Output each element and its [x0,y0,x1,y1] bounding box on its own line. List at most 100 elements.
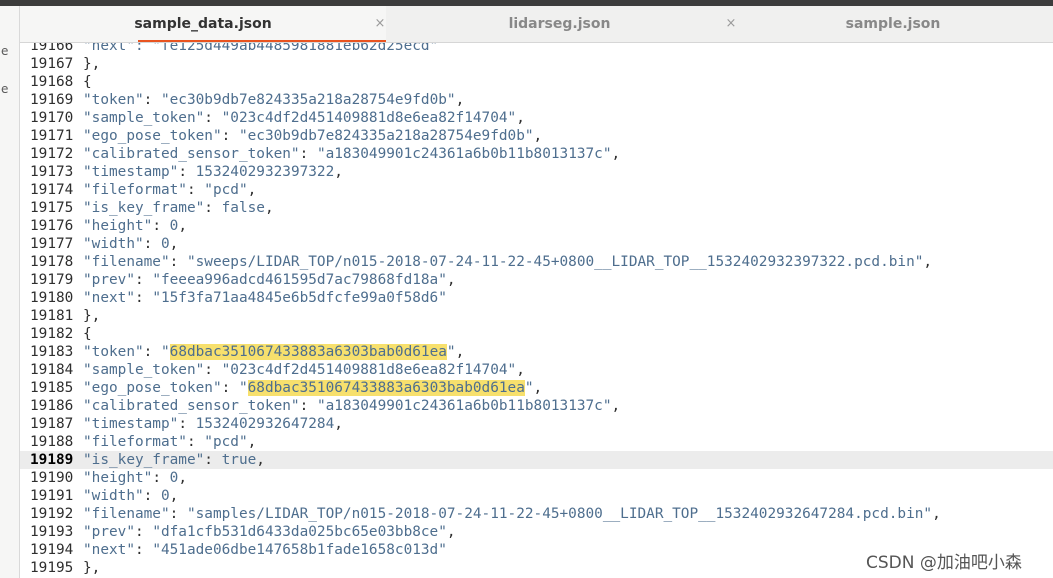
line-content: "calibrated_sensor_token": "a183049901c2… [83,145,620,163]
code-token: "fileformat" [83,182,187,198]
line-content: "sample_token": "023c4df2d451409881d8e6e… [83,361,525,379]
code-token: "token" [83,344,144,360]
line-content: "next": "15f3fa71aa4845e6b5dfcfe99a0f58d… [83,289,447,307]
tab-sample-json[interactable]: sample.json [733,6,1053,42]
line-content: "token": "ec30b9db7e824335a218a28754e9fd… [83,91,464,109]
line-content: "ego_pose_token": "68dbac351067433883a63… [83,379,542,397]
line-number: 19169 [30,92,74,108]
code-line[interactable]: 19182 { [20,325,1053,343]
code-line[interactable]: 19170 "sample_token": "023c4df2d451409881… [20,109,1053,127]
code-token: " [238,380,248,396]
line-content: "timestamp": 1532402932397322, [83,163,343,181]
code-line[interactable]: 19181}, [20,307,1053,325]
code-token: , [169,236,179,252]
code-line[interactable]: 19185 "ego_pose_token": "68dbac3510674338… [20,379,1053,397]
code-line[interactable]: 19191 "width": 0, [20,487,1053,505]
line-number: 19188 [30,434,74,450]
tab-label: lidarseg.json [508,16,611,32]
code-token: , [334,164,343,180]
code-token: : [299,398,317,414]
code-line[interactable]: 19186 "calibrated_sensor_token": "a183049… [20,397,1053,415]
code-line[interactable]: 19190 "height": 0, [20,469,1053,487]
code-line[interactable]: 19171 "ego_pose_token": "ec30b9db7e824335… [20,127,1053,145]
code-line[interactable]: 19168 { [20,73,1053,91]
code-token: "is_key_frame" [83,452,205,468]
code-token: "feeea996adcd461595d7ac79868fd18a" [152,272,447,288]
code-token: , [516,110,525,126]
code-token: "023c4df2d451409881d8e6ea82f14704" [221,110,517,126]
code-token: : [143,92,161,108]
code-line[interactable]: 19188 "fileformat": "pcd", [20,433,1053,451]
code-token: }, [83,308,101,324]
code-token: 1532402932397322 [195,164,335,180]
code-line[interactable]: 19180 "next": "15f3fa71aa4845e6b5dfcfe99a… [20,289,1053,307]
code-token: "is_key_frame" [83,200,205,216]
code-token: "15f3fa71aa4845e6b5dfcfe99a0f58d6" [152,290,447,306]
code-line[interactable]: 19184 "sample_token": "023c4df2d451409881… [20,361,1053,379]
tab-lidarseg-json[interactable]: lidarseg.json [387,6,732,42]
line-content: "ego_pose_token": "ec30b9db7e824335a218a… [83,127,542,145]
code-token: : [134,290,153,306]
code-line[interactable]: 19174 "fileformat": "pcd", [20,181,1053,199]
line-content: "height": 0, [83,469,187,487]
code-token: : [186,182,205,198]
code-token: , [178,218,187,234]
line-content: "fileformat": "pcd", [83,181,256,199]
line-number: 19187 [30,416,74,432]
code-line[interactable]: 19169 "token": "ec30b9db7e824335a218a2875… [20,91,1053,109]
line-number: 19186 [30,398,74,414]
code-token: : [169,254,187,270]
code-token: "ego_pose_token" [83,128,222,144]
code-line[interactable]: 19192 "filename": "samples/LIDAR_TOP/n015… [20,505,1053,523]
code-token: : [204,452,222,468]
code-line[interactable]: 19172 "calibrated_sensor_token": "a183049… [20,145,1053,163]
line-number: 19177 [30,236,74,252]
code-editor[interactable]: 19166 "next": "fe125d449ab4485981881eb62d… [20,43,1053,578]
line-number: 19185 [30,380,74,396]
code-token: "a183049901c24361a6b0b11b8013137c" [316,398,612,414]
code-line[interactable]: 19167}, [20,55,1053,73]
code-line[interactable]: 19193 "prev": "dfa1cfb531d6433da025bc65e0… [20,523,1053,541]
code-token: " [524,380,534,396]
code-line[interactable]: 19166 "next": "fe125d449ab4485981881eb62d… [20,43,1053,55]
code-token: , [178,470,187,486]
line-content: "filename": "samples/LIDAR_TOP/n015-2018… [83,505,941,523]
code-line[interactable]: 19175 "is_key_frame": false, [20,199,1053,217]
code-token: , [334,416,343,432]
line-number: 19193 [30,524,74,540]
code-token: "ec30b9db7e824335a218a28754e9fd0b" [160,92,456,108]
tab-sample-data-json[interactable]: sample_data.json [20,6,386,42]
search-highlight: 68dbac351067433883a6303bab0d61ea [169,344,447,360]
code-line[interactable]: 19179 "prev": "feeea996adcd461595d7ac7986… [20,271,1053,289]
code-line[interactable]: 19189 "is_key_frame": true, [20,451,1053,469]
line-content: "width": 0, [83,487,178,505]
code-token: "a183049901c24361a6b0b11b8013137c" [316,146,612,162]
code-token: , [611,146,621,162]
code-line[interactable]: 19176 "height": 0, [20,217,1053,235]
code-line[interactable]: 19187 "timestamp": 1532402932647284, [20,415,1053,433]
line-number: 19174 [30,182,74,198]
code-line[interactable]: 19173 "timestamp": 1532402932397322, [20,163,1053,181]
code-token: , [446,272,456,288]
code-token: : [134,542,153,558]
code-token: "fileformat" [83,434,187,450]
code-token: : [178,416,196,432]
code-token: }, [83,56,101,72]
line-content: "filename": "sweeps/LIDAR_TOP/n015-2018-… [83,253,932,271]
code-line[interactable]: 19183 "token": "68dbac351067433883a6303ba… [20,343,1053,361]
line-number: 19180 [30,290,74,306]
code-token: : [143,488,161,504]
code-token: "sample_token" [83,362,205,378]
side-panel-text: e [1,44,9,58]
line-number: 19192 [30,506,74,522]
code-token: { [83,326,92,342]
side-panel-strip: e e [0,6,20,578]
line-number: 19189 [30,452,74,468]
code-line[interactable]: 19178 "filename": "sweeps/LIDAR_TOP/n015-… [20,253,1053,271]
code-token: : [204,110,222,126]
code-token: , [533,128,543,144]
code-token: true [221,452,257,468]
code-token: 0 [169,470,179,486]
code-line[interactable]: 19177 "width": 0, [20,235,1053,253]
code-token: , [455,92,465,108]
